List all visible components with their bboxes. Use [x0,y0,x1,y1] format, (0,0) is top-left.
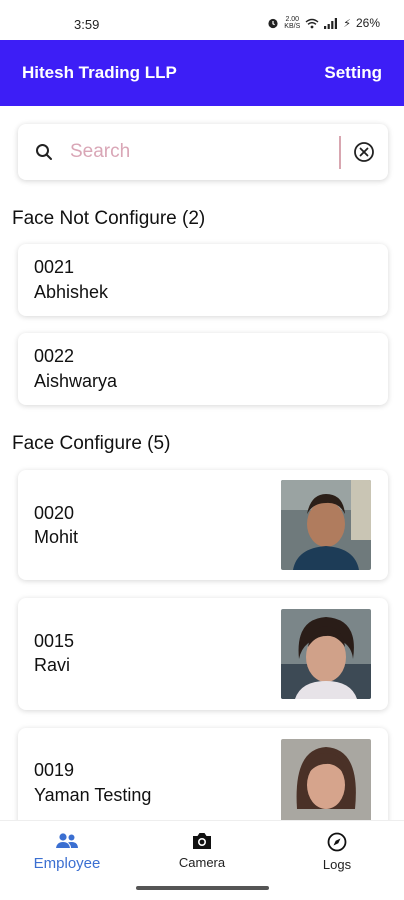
face-photo [281,609,371,699]
home-indicator[interactable] [136,886,269,890]
section-title-configured: Face Configure (5) [12,433,171,454]
clear-search-icon[interactable] [353,141,375,163]
compass-icon [327,832,347,852]
wifi-icon [305,18,319,28]
signal-icon [324,17,338,29]
net-speed-unit: KB/S [284,23,301,30]
net-speed: 2.00 KB/S [284,16,300,30]
net-speed-value: 2.00 [285,16,300,23]
nav-logs[interactable]: Logs [282,831,392,872]
employee-name: Abhishek [34,282,109,302]
status-time: 3:59 [74,17,100,32]
setting-button[interactable]: Setting [324,63,382,83]
section-title-not-configured: Face Not Configure (2) [12,208,206,229]
employee-code: 0020 [34,503,75,523]
employee-name: Mohit [34,527,79,547]
employee-card[interactable]: 0015 Ravi [18,598,388,710]
employee-name: Aishwarya [34,371,118,391]
employee-name: Ravi [34,655,71,675]
employee-code: 0021 [34,257,75,277]
face-photo [281,739,371,829]
alarm-icon [268,18,278,29]
search-bar[interactable] [18,124,388,180]
camera-icon [193,833,211,849]
search-icon [36,144,52,160]
nav-camera[interactable]: Camera [147,831,257,870]
nav-camera-label: Camera [178,855,226,870]
face-photo [281,480,371,570]
employee-code: 0022 [34,346,75,366]
employee-code: 0019 [34,760,75,780]
search-cursor [339,136,341,169]
search-input[interactable] [70,136,340,168]
people-icon [56,833,78,848]
battery-level: 26% [355,16,380,30]
app-header: Hitesh Trading LLP Setting [0,40,404,106]
nav-employee-label: Employee [33,855,101,872]
employee-card[interactable]: 0021 Abhishek [18,244,388,316]
employee-code: 0015 [34,631,75,651]
status-bar: 3:59 2.00 KB/S ⚡ 26% [0,0,404,40]
employee-name: Yaman Testing [34,785,152,805]
employee-card[interactable]: 0020 Mohit [18,470,388,580]
employee-card[interactable]: 0022 Aishwarya [18,333,388,405]
status-icons: 2.00 KB/S ⚡ 26% [267,16,380,30]
nav-logs-label: Logs [322,857,352,872]
charging-icon: ⚡ [343,17,351,30]
app-title: Hitesh Trading LLP [22,63,177,82]
nav-employee[interactable]: Employee [12,831,122,872]
